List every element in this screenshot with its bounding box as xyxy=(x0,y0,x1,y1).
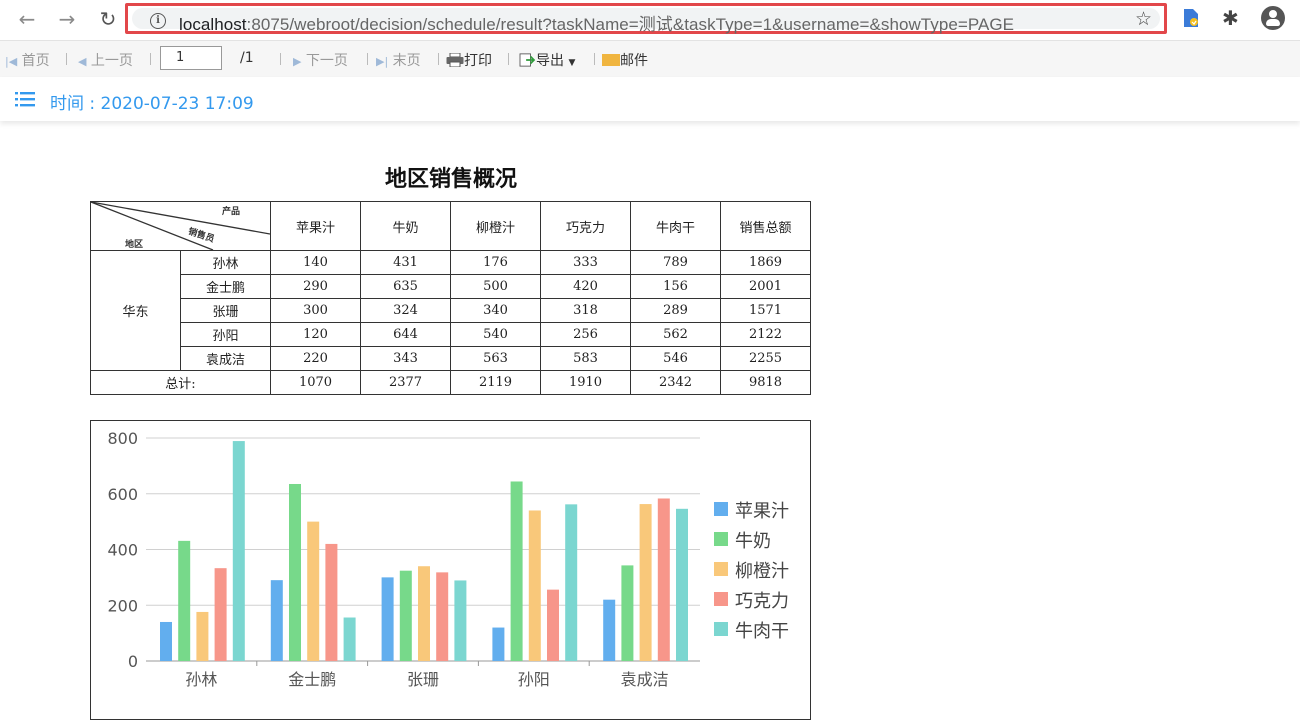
x-tick-label: 金士鹏 xyxy=(288,670,336,689)
chart-bar xyxy=(454,580,467,661)
y-tick-label: 400 xyxy=(107,541,138,560)
bar-chart: 0 200 400 600 800 孙林 金士鹏 张珊 孙阳 袁成洁 xyxy=(107,429,700,689)
chart-bar xyxy=(639,504,652,661)
chart-bar xyxy=(178,540,191,661)
x-tick-label: 张珊 xyxy=(407,670,439,689)
legend-swatch xyxy=(714,502,728,516)
chart-bar xyxy=(547,589,559,661)
legend-label: 牛奶 xyxy=(735,531,771,552)
legend-label: 牛肉干 xyxy=(735,621,789,642)
x-tick-label: 孙林 xyxy=(185,670,217,689)
chart-bar xyxy=(436,572,449,661)
legend-swatch xyxy=(714,562,728,576)
chart-bar xyxy=(307,521,320,661)
x-tick-label: 袁成洁 xyxy=(621,670,669,689)
legend-label: 柳橙汁 xyxy=(735,561,789,582)
y-tick-label: 200 xyxy=(107,596,138,615)
legend-swatch xyxy=(714,622,728,636)
chart-bar xyxy=(621,565,634,661)
chart-bar xyxy=(289,483,301,661)
legend-swatch xyxy=(714,532,728,546)
legend-label: 苹果汁 xyxy=(735,501,789,522)
y-tick-label: 600 xyxy=(107,485,138,504)
legend-label: 巧克力 xyxy=(735,591,789,612)
chart-bar xyxy=(399,570,412,661)
chart-bar xyxy=(657,498,670,661)
chart-bar xyxy=(343,617,356,661)
chart-bar xyxy=(676,508,688,661)
chart-bar xyxy=(325,543,338,661)
chart-bar xyxy=(565,504,578,661)
chart-bar xyxy=(381,577,394,661)
chart-bar xyxy=(160,621,172,661)
y-tick-label: 800 xyxy=(107,429,138,448)
chart-bar xyxy=(196,611,209,661)
chart-bar xyxy=(492,627,505,661)
chart-bar xyxy=(510,481,523,661)
legend-swatch xyxy=(714,592,728,606)
chart-bar xyxy=(603,599,616,661)
chart-bar xyxy=(232,441,245,661)
chart-bar xyxy=(214,568,227,661)
chart-bar xyxy=(270,580,283,661)
chart-bar xyxy=(418,566,430,661)
x-tick-label: 孙阳 xyxy=(518,670,550,689)
chart-bar xyxy=(528,510,541,661)
y-tick-label: 0 xyxy=(128,652,138,671)
